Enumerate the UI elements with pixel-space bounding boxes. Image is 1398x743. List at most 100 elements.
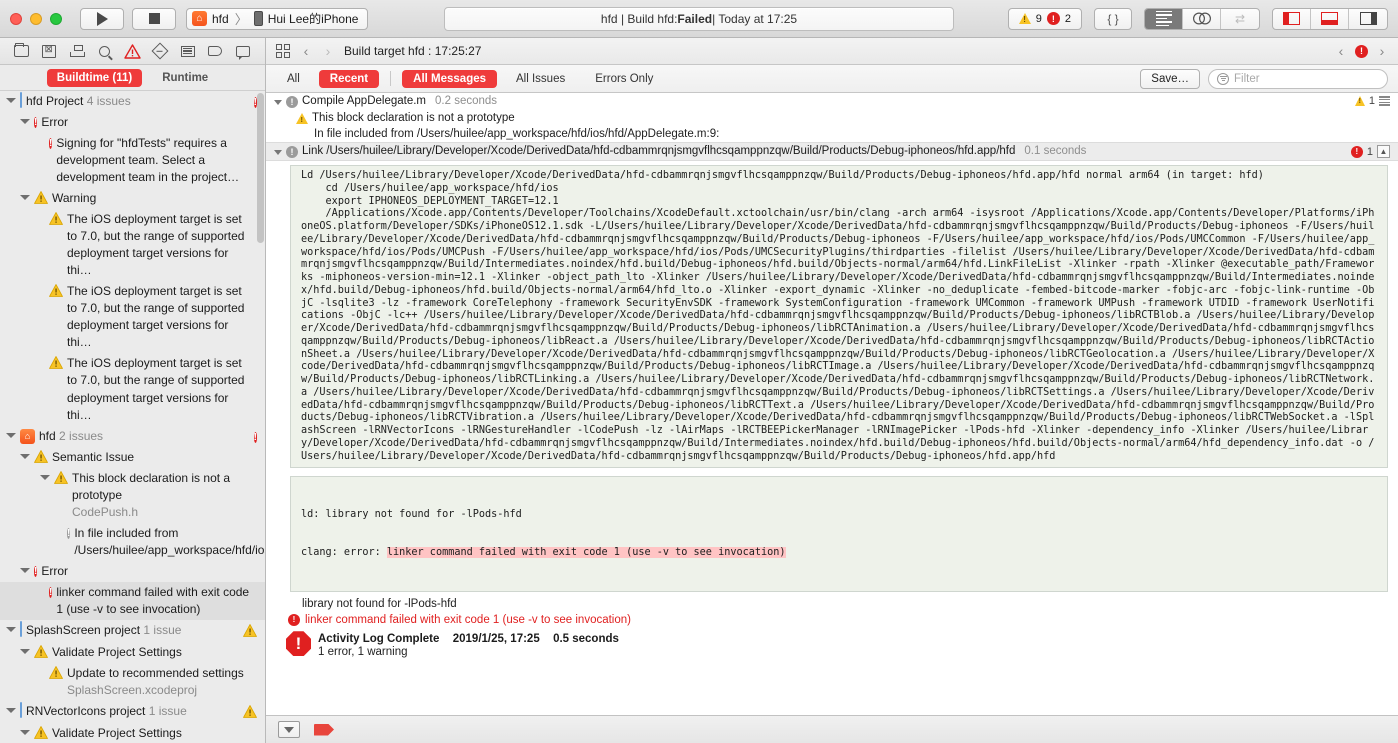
- scheme-name[interactable]: hfd: [212, 12, 229, 26]
- left-panel-icon: [1283, 12, 1300, 25]
- disclosure-triangle-icon[interactable]: [20, 119, 30, 125]
- filter-scope-button[interactable]: [278, 721, 300, 738]
- error-count: 1: [1366, 145, 1373, 158]
- issue-navigator-row[interactable]: Update to recommended settings SplashScre…: [0, 663, 265, 701]
- issue-navigator-row[interactable]: SplashScreen project 1 issue: [0, 620, 265, 642]
- standard-editor-button[interactable]: [1145, 8, 1183, 29]
- issue-navigator-row[interactable]: Validate Project Settings: [0, 642, 265, 663]
- runtime-tab[interactable]: Runtime: [152, 69, 218, 87]
- stop-button[interactable]: [132, 7, 176, 30]
- disclosure-triangle-icon[interactable]: [6, 626, 16, 632]
- disclosure-triangle-icon[interactable]: [274, 150, 282, 155]
- disclosure-triangle-icon[interactable]: [274, 100, 282, 105]
- filter-tab-recent[interactable]: Recent: [318, 69, 380, 88]
- issue-navigator-row[interactable]: Warning: [0, 188, 265, 209]
- issue-row-label: Warning: [52, 191, 97, 206]
- issue-row-label: The iOS deployment target is set to 7.0,…: [67, 356, 245, 422]
- main-toolbar: ⌂ hfd 〉 Hui Lee的iPhone hfd | Build hfd: …: [0, 0, 1398, 38]
- issue-navigator-row[interactable]: ! linker command failed with exit code 1 …: [0, 581, 265, 620]
- issue-row-label: hfd Project 4 issues: [26, 94, 131, 108]
- error-octagon-icon: !: [286, 631, 311, 657]
- forward-button[interactable]: ›: [322, 43, 334, 59]
- tag-icon[interactable]: [314, 723, 334, 736]
- issue-counts-badge[interactable]: 9 ! 2: [1007, 7, 1082, 30]
- navigator-toggle-button[interactable]: [1273, 8, 1311, 29]
- log-subrow-warning[interactable]: This block declaration is not a prototyp…: [266, 110, 1398, 126]
- panel-toggle-group: [1272, 7, 1388, 30]
- save-button[interactable]: Save…: [1140, 68, 1200, 89]
- issue-navigator-row[interactable]: ! In file included from /Users/huilee/app…: [0, 523, 265, 561]
- expand-transcript-button[interactable]: ▲: [1377, 145, 1390, 158]
- link-command-transcript[interactable]: Ld /Users/huilee/Library/Developer/Xcode…: [290, 165, 1388, 469]
- disclosure-triangle-icon[interactable]: [20, 729, 30, 735]
- code-snippet-button[interactable]: { }: [1095, 9, 1131, 29]
- library-button-group: { }: [1094, 7, 1132, 30]
- buildtime-tab[interactable]: Buildtime (11): [46, 68, 143, 87]
- source-control-navigator-button[interactable]: [38, 42, 60, 60]
- issue-navigator-button[interactable]: [121, 42, 143, 60]
- issue-navigator-row[interactable]: ! Error: [0, 112, 265, 133]
- run-button[interactable]: [80, 7, 124, 30]
- issue-row-label: This block declaration is not a prototyp…: [72, 470, 231, 519]
- error-icon: !: [1046, 12, 1060, 25]
- assistant-editor-button[interactable]: [1183, 8, 1221, 29]
- version-editor-button[interactable]: ⇄: [1221, 9, 1259, 29]
- disclosure-triangle-icon[interactable]: [6, 98, 16, 103]
- log-row-compile[interactable]: ! Compile AppDelegate.m 0.2 seconds 1: [266, 93, 1398, 110]
- disclosure-triangle-icon[interactable]: [20, 195, 30, 201]
- status-result: Failed: [677, 11, 713, 26]
- filter-tab-all[interactable]: All: [276, 70, 311, 88]
- warning-icon: [49, 283, 63, 300]
- warning-icon: [34, 449, 48, 466]
- test-navigator-button[interactable]: [149, 42, 171, 60]
- previous-issue-button[interactable]: ‹: [1335, 43, 1347, 59]
- issue-navigator-row[interactable]: The iOS deployment target is set to 7.0,…: [0, 209, 265, 281]
- warning-icon: [34, 725, 48, 742]
- issue-navigator-row[interactable]: RNVectorIcons project 1 issue: [0, 701, 265, 723]
- breakpoint-navigator-button[interactable]: [204, 42, 226, 60]
- project-navigator-button[interactable]: [11, 42, 33, 60]
- disclosure-triangle-icon[interactable]: [20, 567, 30, 573]
- filter-search-field[interactable]: Filter: [1208, 68, 1388, 89]
- disclosure-triangle-icon[interactable]: [40, 474, 50, 480]
- jump-bar-title[interactable]: Build target hfd : 17:25:27: [344, 44, 481, 58]
- issue-navigator-list[interactable]: hfd Project 4 issues!! Error! Signing for …: [0, 91, 265, 743]
- close-window-button[interactable]: [10, 12, 22, 25]
- back-button[interactable]: ‹: [300, 43, 312, 59]
- related-items-icon[interactable]: [276, 44, 290, 58]
- disclosure-triangle-icon[interactable]: [6, 432, 16, 438]
- report-navigator-button[interactable]: [232, 42, 254, 60]
- log-detail-icon[interactable]: [1379, 96, 1390, 106]
- build-log-view[interactable]: ! Compile AppDelegate.m 0.2 seconds 1 Th…: [266, 93, 1398, 715]
- issue-navigator-row[interactable]: This block declaration is not a prototyp…: [0, 468, 265, 523]
- next-issue-button[interactable]: ›: [1376, 43, 1388, 59]
- issue-navigator-row[interactable]: ! Signing for "hfdTests" requires a devel…: [0, 133, 265, 188]
- zoom-window-button[interactable]: [50, 12, 62, 25]
- debug-navigator-button[interactable]: [177, 42, 199, 60]
- filter-tab-all-messages[interactable]: All Messages: [402, 69, 498, 88]
- debug-area-toggle-button[interactable]: [1311, 8, 1349, 29]
- filter-tab-errors-only[interactable]: Errors Only: [584, 70, 664, 88]
- disclosure-triangle-icon[interactable]: [20, 648, 30, 654]
- destination-name[interactable]: Hui Lee的iPhone: [268, 10, 359, 27]
- navigator-scrollbar[interactable]: [257, 93, 264, 243]
- symbol-navigator-button[interactable]: [66, 42, 88, 60]
- log-row-link[interactable]: ! Link /Users/huilee/Library/Developer/X…: [266, 142, 1398, 161]
- minimize-window-button[interactable]: [30, 12, 42, 25]
- scheme-destination-control[interactable]: ⌂ hfd 〉 Hui Lee的iPhone: [186, 7, 369, 30]
- stop-icon: [148, 13, 160, 24]
- issue-navigator-row[interactable]: Semantic Issue: [0, 447, 265, 468]
- issue-navigator-row[interactable]: ⌂ hfd 2 issues!: [0, 426, 265, 447]
- find-navigator-button[interactable]: [94, 42, 116, 60]
- issue-navigator-row[interactable]: The iOS deployment target is set to 7.0,…: [0, 353, 265, 425]
- issue-navigator-row[interactable]: Validate Project Settings: [0, 723, 265, 743]
- disclosure-triangle-icon[interactable]: [6, 707, 16, 713]
- issue-navigator-row[interactable]: hfd Project 4 issues!: [0, 91, 265, 112]
- utilities-toggle-button[interactable]: [1349, 9, 1387, 29]
- summary-linker-error[interactable]: ! linker command failed with exit code 1…: [266, 612, 1398, 628]
- disclosure-triangle-icon[interactable]: [20, 453, 30, 459]
- filter-tab-all-issues[interactable]: All Issues: [505, 70, 576, 88]
- issue-navigator-row[interactable]: The iOS deployment target is set to 7.0,…: [0, 281, 265, 353]
- issue-navigator-row[interactable]: ! Error: [0, 561, 265, 582]
- linker-error-transcript[interactable]: ld: library not found for -lPods-hfd cla…: [290, 476, 1388, 593]
